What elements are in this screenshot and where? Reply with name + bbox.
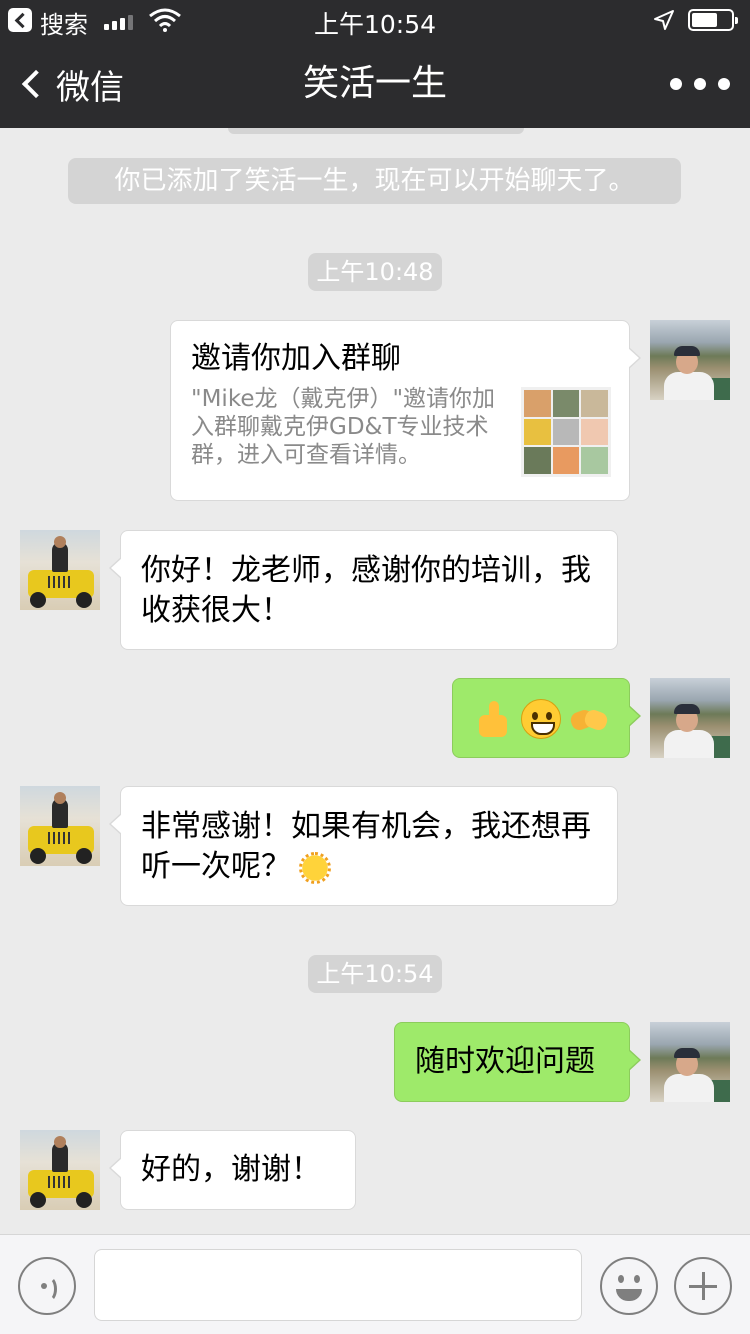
invite-description: "Mike龙（戴克伊）"邀请你加入群聊戴克伊GD&T专业技术群，进入可查看详情。 [191,386,496,468]
more-actions-button[interactable] [674,1257,732,1315]
self-avatar[interactable] [650,678,730,758]
voice-input-button[interactable] [18,1257,76,1315]
battery-icon [688,9,738,31]
status-time: 上午10:54 [313,10,437,39]
message-text: 好的，谢谢！ [141,1152,321,1187]
message-text: 随时欢迎问题 [415,1044,595,1079]
sun-with-face-icon [295,847,335,888]
status-bar: 搜索 上午10:54 [0,0,750,40]
message-bubble-received[interactable]: 好的，谢谢！ [109,1130,356,1210]
more-button[interactable] [670,76,730,92]
contact-avatar[interactable] [20,1130,100,1210]
invite-title: 邀请你加入群聊 [191,341,401,376]
nav-bar: 微信 笑活一生 [0,40,750,128]
more-dot-icon [718,78,730,90]
message-bubble-received[interactable]: 非常感谢！如果有机会，我还想再听一次呢？ [109,786,618,906]
more-dot-icon [670,78,682,90]
chat-area[interactable]: 你已添加了笑活一生，现在可以开始聊天了。 上午10:48 邀请你加入群聊 "Mi… [0,128,750,1234]
previous-notice [228,128,524,134]
more-dot-icon [694,78,706,90]
message-bubble-received[interactable]: 你好！龙老师，感谢你的培训，我收获很大！ [109,530,618,650]
message-bubble-sent[interactable] [452,678,641,758]
timestamp: 上午10:48 [308,253,442,291]
self-avatar[interactable] [650,320,730,400]
message-bubble-sent[interactable]: 随时欢迎问题 [394,1022,641,1102]
emoji-button[interactable] [600,1257,658,1315]
input-bar [0,1234,750,1334]
grinning-face-icon [521,698,561,739]
message-input[interactable] [94,1249,582,1321]
chat-title: 笑活一生 [302,63,447,104]
message-text: 你好！龙老师，感谢你的培训，我收获很大！ [141,553,591,628]
contact-avatar[interactable] [20,530,100,610]
location-arrow-icon [654,10,674,30]
group-avatar-grid [521,387,611,477]
thumbs-up-icon [473,699,513,739]
group-invite-card[interactable]: 邀请你加入群聊 "Mike龙（戴克伊）"邀请你加入群聊戴克伊GD&T专业技术群，… [170,320,641,501]
contact-avatar[interactable] [20,786,100,866]
timestamp: 上午10:54 [308,955,442,993]
system-notice: 你已添加了笑活一生，现在可以开始聊天了。 [68,158,681,204]
handshake-icon [569,699,609,739]
message-text: 非常感谢！如果有机会，我还想再听一次呢？ [141,809,591,884]
top-bar: 搜索 上午10:54 微信 笑活一生 [0,0,750,128]
self-avatar[interactable] [650,1022,730,1102]
